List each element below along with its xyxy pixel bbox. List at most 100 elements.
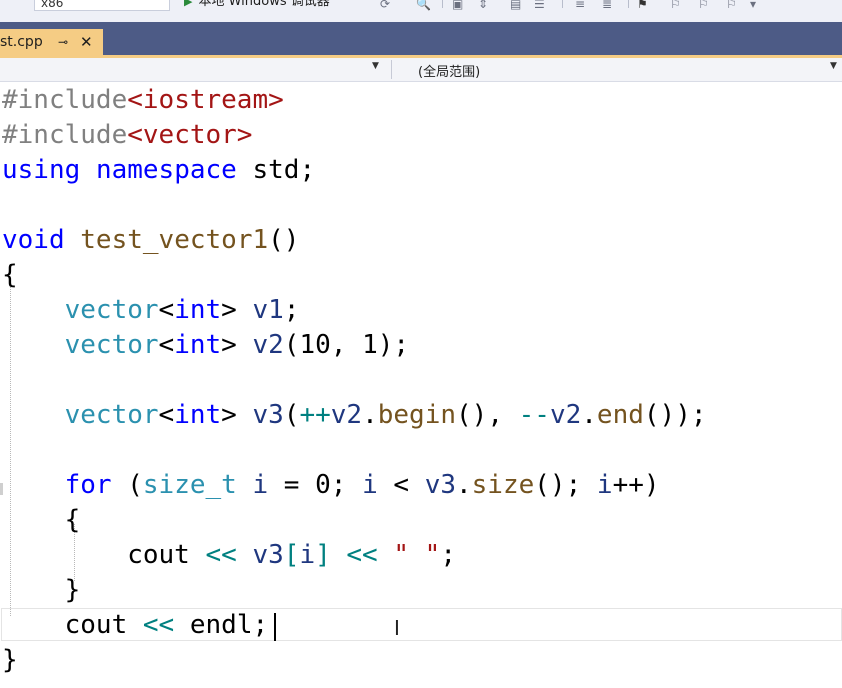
code-token: i [596,470,613,500]
code-line: for (size_t i = 0; i < v3.size(); i++) [2,468,660,503]
code-token: v1 [252,295,284,325]
code-line: #include<vector> [2,118,252,153]
code-token: () [268,225,300,255]
code-token: <iostream> [127,85,284,115]
uncomment-icon[interactable]: ≣ [602,0,612,11]
align-icon[interactable]: ☰ [534,0,545,11]
code-token: < [158,330,175,360]
code-token: > [221,400,253,430]
project-dropdown-chevron-icon[interactable]: ▼ [372,61,379,71]
code-token: -- [518,400,550,430]
scope-dropdown[interactable]: (全局范围) [418,61,480,80]
run-button-label: 本地 Windows 调试器 [198,0,330,9]
refresh-icon[interactable]: ⟳ [380,0,390,11]
code-editor[interactable]: #include <iostream> #include<vector> using … [0,82,842,688]
step-icon[interactable]: ⇕ [478,0,488,11]
navigation-bar: ▼ (全局范围) ▼ [0,58,842,82]
code-token: v3 [252,400,284,430]
bookmark-folder-icon[interactable]: ⚐ [726,0,737,11]
code-token: int [174,330,222,360]
code-line: } [2,643,18,678]
code-token: size [471,470,535,500]
code-token: { [2,505,81,535]
code-token: ++ [299,400,331,430]
code-token: void [2,225,65,255]
code-token: ++) [612,470,660,500]
code-token: } [2,645,18,675]
code-token: < [377,470,425,500]
code-line: cout << v3[i] << " "; [2,538,456,573]
scope-dropdown-chevron-icon[interactable]: ▼ [830,61,837,71]
code-token: cout [2,610,143,640]
code-line: using namespace std; [2,153,315,188]
save-icon[interactable]: ▣ [452,0,463,11]
code-token: < [158,295,175,325]
close-icon[interactable]: ✕ [80,29,93,55]
code-token: vector [64,295,159,325]
code-token: (10, 1); [283,330,410,360]
code-token: { [2,260,18,290]
tab-test-cpp[interactable]: st.cpp ⊸ ✕ [0,29,103,55]
code-line: cout << endl; [2,608,269,643]
code-line: { [2,503,81,538]
toolbar-separator [628,0,629,8]
code-token: ; [440,540,456,570]
pin-icon[interactable]: ⊸ [58,29,68,55]
code-token: = 0; [268,470,363,500]
tab-label: st.cpp [0,34,43,50]
overflow-chevron-icon[interactable]: ▾ [750,0,756,11]
code-line: vector<int> v1; [2,293,300,328]
toolbar-separator [562,0,563,8]
code-line: } [2,573,81,608]
ibeam-cursor-icon: I [394,616,400,640]
code-token: v2 [252,330,284,360]
code-token: << [205,540,237,570]
code-line: { [2,258,18,293]
code-token: ()); [643,400,707,430]
platform-dropdown[interactable]: x86 [34,0,170,11]
code-token: vector [64,400,159,430]
code-token: v3 [424,470,456,500]
code-token: ( [111,470,143,500]
document-icon[interactable]: ▤ [510,0,521,11]
code-token: ; [283,295,300,325]
code-token: for [64,470,112,500]
code-token: using [2,155,81,185]
find-icon[interactable]: 🔍 [416,0,431,11]
code-token: (); [534,470,597,500]
start-debugging-button[interactable]: ▶ 本地 Windows 调试器 [184,0,330,10]
code-token: i [252,470,269,500]
code-token: begin [377,400,457,430]
code-token: i [299,540,316,570]
code-token: end [596,400,644,430]
code-token: <vector> [127,120,253,150]
code-token: vector [64,330,159,360]
code-line: vector<int> v3(++v2.begin(), --v2.end())… [2,398,707,433]
code-token: namespace [95,155,237,185]
prev-bookmark-icon[interactable]: ⚐ [670,0,681,11]
comment-icon[interactable]: ≡ [575,0,585,11]
navbar-divider [391,60,392,79]
code-line: void test_vector1() [2,223,299,258]
bookmark-icon[interactable]: ⚑ [637,0,648,11]
code-token: #include [2,120,128,150]
code-token: v3 [252,540,284,570]
code-token: i [362,470,378,500]
code-token: v2 [549,400,582,430]
code-token: size_t [142,470,237,500]
code-token: > [221,330,253,360]
code-token: test_vector1 [80,225,269,255]
document-tab-strip: st.cpp ⊸ ✕ [0,22,842,55]
code-token: endl; [174,610,269,640]
play-icon: ▶ [184,0,193,8]
code-line: vector<int> v2(10, 1); [2,328,409,363]
next-bookmark-icon[interactable]: ⚐ [698,0,709,11]
